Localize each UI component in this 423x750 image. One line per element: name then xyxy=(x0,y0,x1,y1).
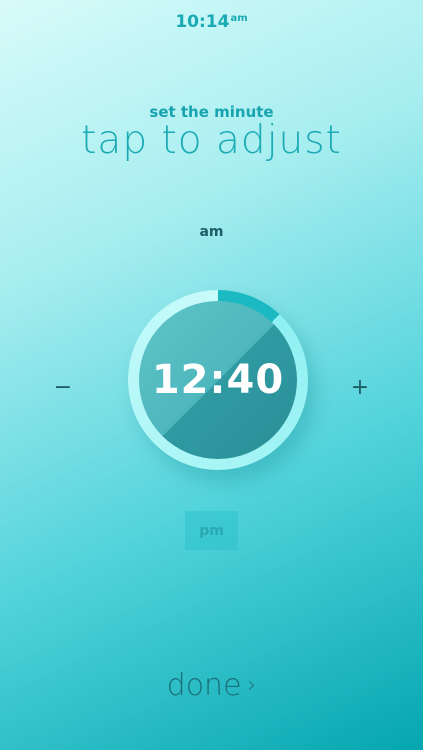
chevron-right-icon: › xyxy=(247,673,257,698)
status-bar-time: 10:14am xyxy=(0,12,423,32)
status-time-value: 10:14 xyxy=(175,12,230,32)
time-dial-value: 12:40 xyxy=(151,357,285,403)
pm-toggle[interactable]: pm xyxy=(185,511,238,550)
pm-toggle-label: pm xyxy=(199,522,224,539)
time-dial[interactable]: 12:40 xyxy=(128,290,308,470)
time-dial-face[interactable]: 12:40 xyxy=(139,301,297,459)
status-time-ampm: am xyxy=(230,13,248,24)
instruction-title: tap to adjust xyxy=(81,118,342,163)
increment-button[interactable]: + xyxy=(349,372,371,404)
am-toggle[interactable]: am xyxy=(0,224,423,240)
done-label: done xyxy=(166,668,242,703)
decrement-button[interactable]: − xyxy=(52,372,74,404)
done-button[interactable]: done › xyxy=(0,668,423,703)
